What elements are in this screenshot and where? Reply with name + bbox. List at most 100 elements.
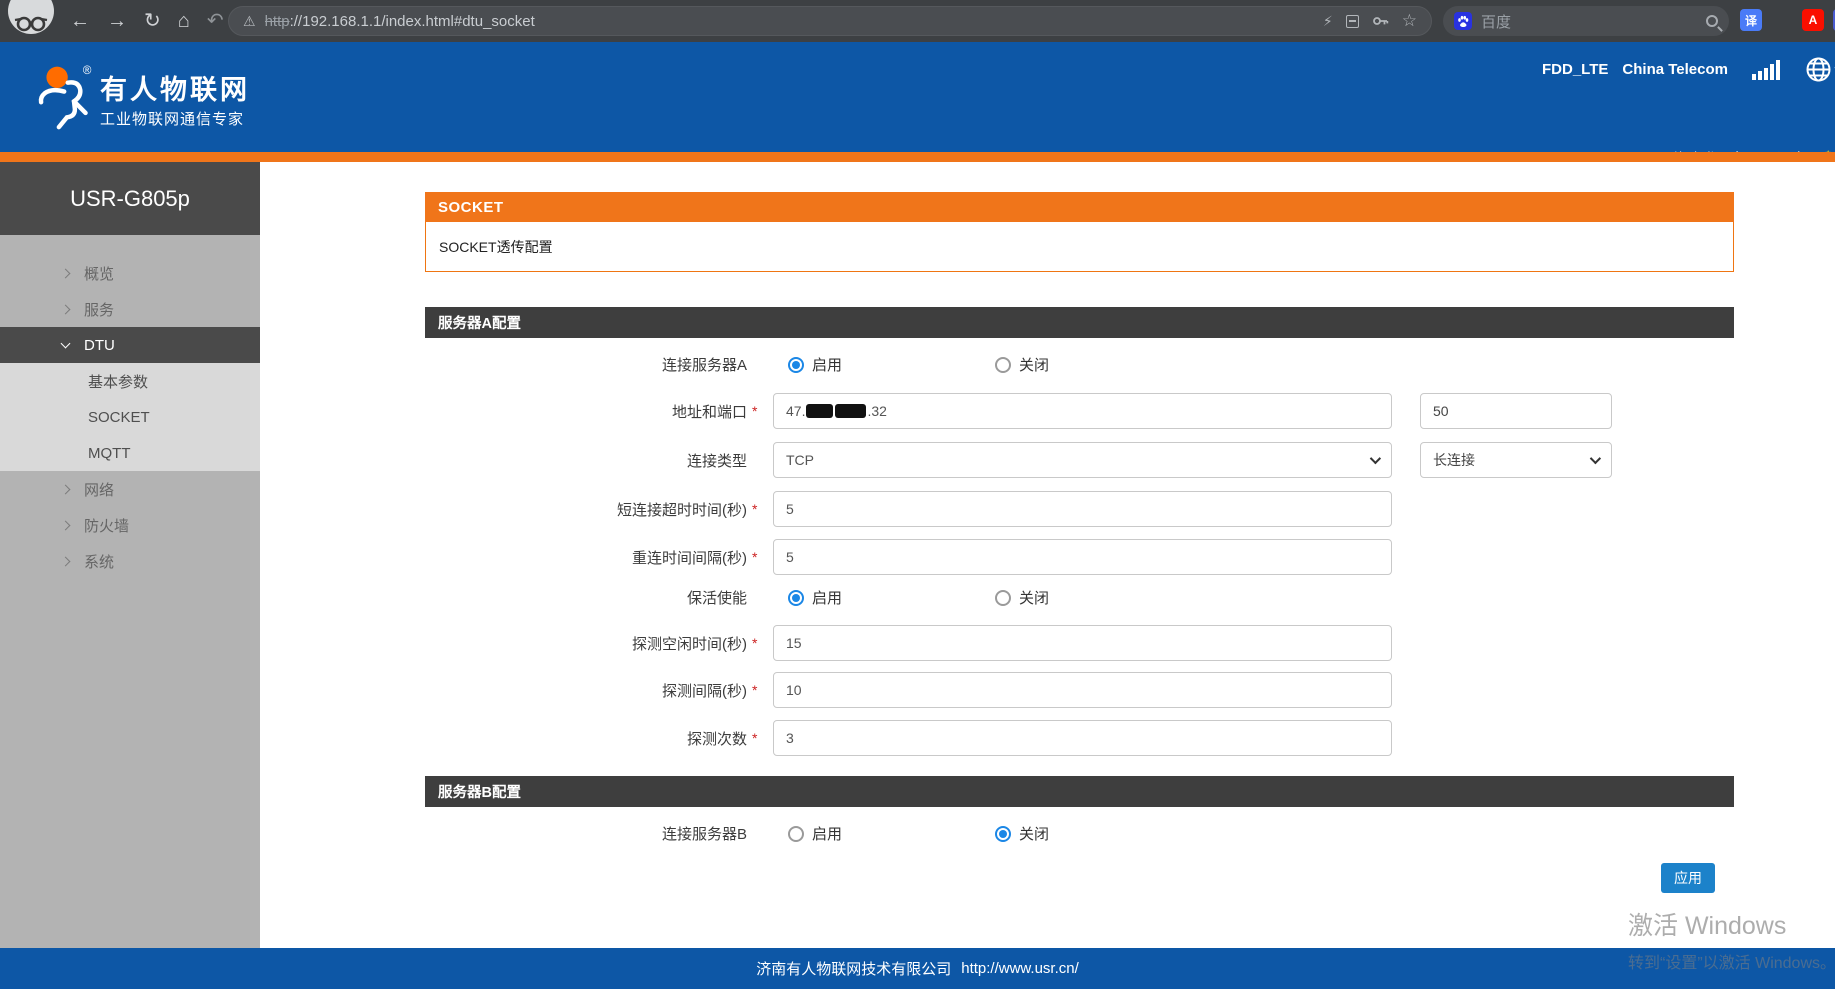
sidebar-subitem-basic-params[interactable]: 基本参数 bbox=[0, 363, 260, 399]
apply-button[interactable]: 应用 bbox=[1661, 863, 1715, 893]
grid-extension-icon[interactable] bbox=[1771, 9, 1793, 31]
connection-type-select[interactable]: TCP bbox=[773, 442, 1392, 478]
connection-mode-select[interactable]: 长连接 bbox=[1420, 442, 1612, 478]
sidebar-item-firewall[interactable]: 防火墙 bbox=[0, 507, 260, 543]
radio-unselected-icon[interactable] bbox=[995, 357, 1011, 373]
radio-enable[interactable]: 启用 bbox=[788, 823, 995, 844]
probe-count-input[interactable] bbox=[773, 720, 1392, 756]
pdf-extension-icon[interactable]: A bbox=[1802, 9, 1824, 31]
sidebar-subitem-mqtt[interactable]: MQTT bbox=[0, 435, 260, 471]
sidebar-item-overview[interactable]: 概览 bbox=[0, 255, 260, 291]
sidebar-item-service[interactable]: 服务 bbox=[0, 291, 260, 327]
address-bar[interactable]: ⚠ http://192.168.1.1/index.html#dtu_sock… bbox=[228, 6, 1432, 36]
screen: ← → ↻ ⌂ ↶ ☆ ⚠ http://192.168.1.1/index.h… bbox=[0, 0, 1835, 989]
radio-disable[interactable]: 关闭 bbox=[995, 823, 1049, 844]
probe-idle-label: 探测空闲时间(秒) bbox=[425, 633, 747, 654]
redaction-blob bbox=[806, 404, 833, 418]
server-a-section-title: 服务器A配置 bbox=[425, 307, 1734, 338]
page-footer: 济南有人物联网技术有限公司 http://www.usr.cn/ bbox=[0, 948, 1835, 989]
radio-unselected-icon[interactable] bbox=[788, 826, 804, 842]
sidebar-item-system[interactable]: 系统 bbox=[0, 543, 260, 579]
connection-type-label: 连接类型 bbox=[425, 450, 747, 471]
radio-disable[interactable]: 关闭 bbox=[995, 354, 1049, 375]
bookmark-star-icon[interactable]: ☆ bbox=[1402, 11, 1417, 31]
url-rest: ://192.168.1.1/index.html#dtu_socket bbox=[290, 13, 535, 30]
required-marker: * bbox=[747, 501, 773, 517]
row-keepalive: 保活使能 启用 关闭 bbox=[425, 587, 1734, 608]
socket-panel: SOCKET SOCKET透传配置 bbox=[425, 192, 1734, 272]
footer-url-link[interactable]: http://www.usr.cn/ bbox=[961, 960, 1079, 977]
chevron-right-icon bbox=[61, 484, 71, 494]
chevron-down-icon bbox=[61, 338, 71, 348]
row-connect-server-a: 连接服务器A 启用 关闭 bbox=[425, 354, 1734, 375]
radio-selected-icon[interactable] bbox=[995, 826, 1011, 842]
sidebar-item-label: DTU bbox=[84, 337, 115, 354]
connection-mode-value: 长连接 bbox=[1433, 450, 1475, 470]
url-scheme: http bbox=[265, 13, 290, 30]
signal-strength-icon bbox=[1752, 60, 1780, 80]
flash-icon[interactable]: ⚡ bbox=[1323, 13, 1333, 30]
address-prefix: 47. bbox=[786, 403, 805, 419]
incognito-avatar[interactable] bbox=[8, 0, 54, 34]
page-title: SOCKET bbox=[425, 192, 1734, 222]
redaction-blob bbox=[835, 404, 866, 418]
radio-label: 启用 bbox=[812, 354, 842, 375]
search-box[interactable]: 百度 bbox=[1443, 6, 1729, 36]
footer-company: 济南有人物联网技术有限公司 bbox=[756, 958, 951, 979]
history-button[interactable]: ↶ bbox=[207, 11, 224, 31]
sidebar-subitem-label: SOCKET bbox=[88, 409, 150, 426]
screenshot-frame-icon[interactable] bbox=[1346, 15, 1359, 28]
server-a-address-input[interactable]: 47..32 bbox=[773, 393, 1392, 429]
orange-divider bbox=[0, 152, 1835, 162]
radio-disable[interactable]: 关闭 bbox=[995, 587, 1049, 608]
device-name: USR-G805p bbox=[0, 162, 260, 235]
app-header: ® 有人物联网 工业物联网通信专家 FDD_LTE China Telecom … bbox=[0, 42, 1835, 152]
chevron-down-icon bbox=[1590, 453, 1601, 464]
radio-enable[interactable]: 启用 bbox=[788, 587, 995, 608]
radio-selected-icon[interactable] bbox=[788, 590, 804, 606]
probe-idle-input[interactable] bbox=[773, 625, 1392, 661]
sidebar-subitem-label: 基本参数 bbox=[88, 371, 148, 392]
reload-button[interactable]: ↻ bbox=[144, 11, 161, 31]
baidu-paw-icon bbox=[1454, 12, 1472, 30]
address-port-label: 地址和端口 bbox=[425, 401, 747, 422]
probe-interval-input[interactable] bbox=[773, 672, 1392, 708]
connect-server-a-radio-group: 启用 关闭 bbox=[788, 354, 1049, 375]
server-a-port-input[interactable] bbox=[1420, 393, 1612, 429]
reconnect-interval-input[interactable] bbox=[773, 539, 1392, 575]
search-input[interactable]: 百度 bbox=[1481, 11, 1697, 32]
sidebar-subitem-socket[interactable]: SOCKET bbox=[0, 399, 260, 435]
brand-slogan: 工业物联网通信专家 bbox=[100, 108, 244, 129]
sidebar: USR-G805p 概览 服务 DTU 基本参数 SOCKET bbox=[0, 162, 260, 948]
page-subtitle: SOCKET透传配置 bbox=[425, 222, 1734, 272]
search-icon[interactable] bbox=[1706, 15, 1718, 27]
radio-label: 关闭 bbox=[1019, 354, 1049, 375]
globe-icon bbox=[1805, 56, 1832, 83]
back-button[interactable]: ← bbox=[70, 11, 90, 31]
forward-button[interactable]: → bbox=[107, 11, 127, 31]
password-key-icon[interactable] bbox=[1372, 13, 1389, 29]
required-marker: * bbox=[747, 403, 773, 419]
sidebar-item-dtu[interactable]: DTU bbox=[0, 327, 260, 363]
row-reconnect-interval: 重连时间间隔(秒) * bbox=[425, 539, 1734, 575]
usr-logo: ® bbox=[34, 60, 98, 137]
socket-form: 服务器A配置 连接服务器A 启用 关闭 地址和端口 * bbox=[425, 307, 1734, 893]
network-type: FDD_LTE bbox=[1542, 61, 1608, 78]
probe-count-label: 探测次数 bbox=[425, 728, 747, 749]
short-timeout-input[interactable] bbox=[773, 491, 1392, 527]
sidebar-item-network[interactable]: 网络 bbox=[0, 471, 260, 507]
sidebar-item-label: 网络 bbox=[84, 479, 114, 500]
sidebar-item-label: 概览 bbox=[84, 263, 114, 284]
radio-selected-icon[interactable] bbox=[788, 357, 804, 373]
not-secure-warning-icon[interactable]: ⚠ bbox=[243, 13, 256, 30]
keepalive-label: 保活使能 bbox=[425, 587, 747, 608]
row-connection-type: 连接类型 TCP 长连接 bbox=[425, 442, 1734, 478]
sidebar-item-label: 系统 bbox=[84, 551, 114, 572]
home-button[interactable]: ⌂ bbox=[178, 11, 190, 31]
radio-unselected-icon[interactable] bbox=[995, 590, 1011, 606]
chevron-right-icon bbox=[61, 520, 71, 530]
row-address-port: 地址和端口 * 47..32 bbox=[425, 393, 1734, 429]
carrier-name: China Telecom bbox=[1622, 61, 1728, 78]
translate-extension-icon[interactable]: 译 bbox=[1740, 9, 1762, 31]
radio-enable[interactable]: 启用 bbox=[788, 354, 995, 375]
